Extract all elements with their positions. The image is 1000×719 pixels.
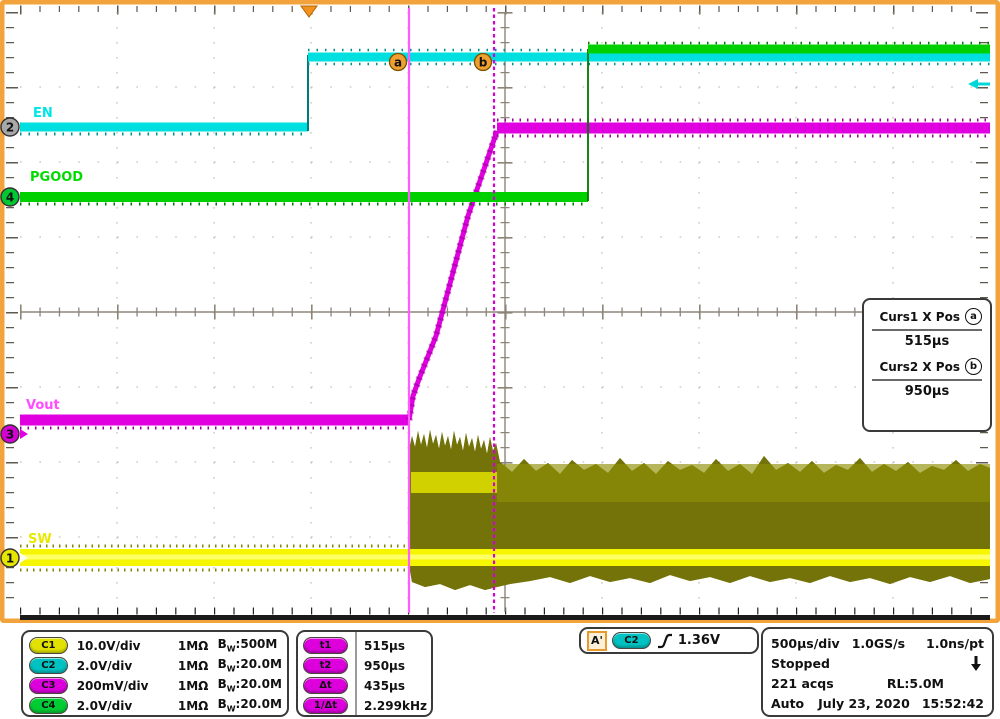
sw-upper-bright-band	[497, 464, 990, 502]
c1-pill[interactable]: C1	[29, 637, 68, 654]
inv-delta-t-value: 2.299kHz	[364, 696, 431, 715]
curs1-label: Curs1 X Pos	[879, 310, 960, 324]
delta-t-value: 435µs	[364, 676, 431, 695]
c1-impedance: 1MΩ	[178, 639, 218, 653]
divider	[872, 329, 982, 331]
c1-bandwidth: BW:500M	[218, 637, 287, 653]
divider	[872, 379, 982, 381]
c3-bandwidth: BW:20.0M	[218, 677, 287, 693]
c4-bandwidth: BW:20.0M	[218, 697, 287, 713]
channel-row-c1[interactable]: C1 10.0V/div 1MΩ BW:500M	[29, 636, 287, 655]
acquisition-count: 221 acqs	[771, 676, 834, 691]
en-label: EN	[33, 106, 53, 121]
c2-pill[interactable]: C2	[29, 657, 68, 674]
cursor-readout-box: Curs1 X Pos a 515µs Curs2 X Pos b 950µs	[862, 298, 992, 432]
rising-edge-icon	[656, 632, 674, 650]
curs2-marker-id: b	[965, 358, 982, 375]
c2-scale: 2.0V/div	[77, 659, 178, 673]
acq-status: Stopped	[771, 656, 830, 671]
channel-row-c2[interactable]: C2 2.0V/div 1MΩ BW:20.0M	[29, 656, 287, 675]
c4-pill[interactable]: C4	[29, 697, 68, 714]
oscilloscope-screenshot: { "scope": { "trace_labels": { "en": "EN…	[0, 0, 1000, 719]
c4-scale: 2.0V/div	[77, 699, 178, 713]
channel-row-c3[interactable]: C3 200mV/div 1MΩ BW:20.0M	[29, 676, 287, 695]
curs2-label: Curs2 X Pos	[879, 360, 960, 374]
record-length: RL:5.0M	[887, 676, 944, 691]
date: July 23, 2020	[818, 696, 910, 711]
svg-text:4: 4	[6, 191, 14, 205]
trigger-level-value: 1.36V	[678, 633, 720, 648]
curs2-value: 950µs	[872, 384, 982, 399]
timebase: 500µs/div	[771, 636, 840, 651]
scope-display: a b EN PGOOD Vout SW 2 4 3 1 Curs1 X Pos	[0, 0, 1000, 623]
curs1-value: 515µs	[872, 334, 982, 349]
c1-scale: 10.0V/div	[77, 639, 178, 653]
t1-pill[interactable]: t1	[303, 637, 348, 654]
channel-row-c4[interactable]: C4 2.0V/div 1MΩ BW:20.0M	[29, 696, 287, 715]
pgood-label: PGOOD	[30, 170, 83, 185]
c3-pill[interactable]: C3	[29, 677, 68, 694]
timing-cursors-panel: t1 t2 Δt 1/Δt 515µs 950µs 435µs 2.299kHz	[296, 630, 433, 717]
vout-label: Vout	[26, 398, 60, 413]
delta-t-pill[interactable]: Δt	[303, 677, 348, 694]
trigger-mode: Auto	[771, 696, 804, 711]
trigger-panel: A' C2 1.36V	[579, 627, 759, 654]
resolution: 1.0ns/pt	[926, 636, 984, 651]
cursor-b-label: b	[479, 56, 488, 70]
curs1-marker-id: a	[965, 308, 982, 325]
bottom-ruler-bar	[20, 615, 990, 620]
channel-settings-panel: C1 10.0V/div 1MΩ BW:500M C2 2.0V/div 1MΩ…	[21, 630, 289, 717]
c2-bandwidth: BW:20.0M	[218, 657, 287, 673]
c3-impedance: 1MΩ	[178, 679, 218, 693]
c2-impedance: 1MΩ	[178, 659, 218, 673]
cursor-a-label: a	[394, 56, 402, 70]
c3-scale: 200mV/div	[77, 679, 178, 693]
cursor-a-bubble[interactable]: a	[390, 54, 407, 71]
inv-delta-t-pill[interactable]: 1/Δt	[303, 697, 348, 714]
svg-text:2: 2	[6, 121, 14, 135]
sw-label: SW	[28, 532, 52, 547]
sw-burst-bright-streak	[411, 472, 497, 493]
sample-rate: 1.0GS/s	[852, 636, 905, 651]
t2-value: 950µs	[364, 656, 431, 675]
time: 15:52:42	[922, 696, 984, 711]
trigger-aux-badge[interactable]: A'	[587, 631, 607, 651]
svg-text:3: 3	[6, 428, 14, 442]
svg-text:1: 1	[6, 552, 14, 566]
t2-pill[interactable]: t2	[303, 657, 348, 674]
cursor-b-bubble[interactable]: b	[475, 54, 492, 71]
t1-value: 515µs	[364, 636, 431, 655]
acquisition-panel: 500µs/div 1.0GS/s 1.0ns/pt Stopped 221 a…	[761, 627, 994, 717]
c4-impedance: 1MΩ	[178, 699, 218, 713]
trigger-source-pill[interactable]: C2	[612, 632, 651, 649]
waveform-area: a b EN PGOOD Vout SW 2 4 3 1	[0, 0, 1000, 623]
down-arrow-icon	[970, 655, 982, 672]
